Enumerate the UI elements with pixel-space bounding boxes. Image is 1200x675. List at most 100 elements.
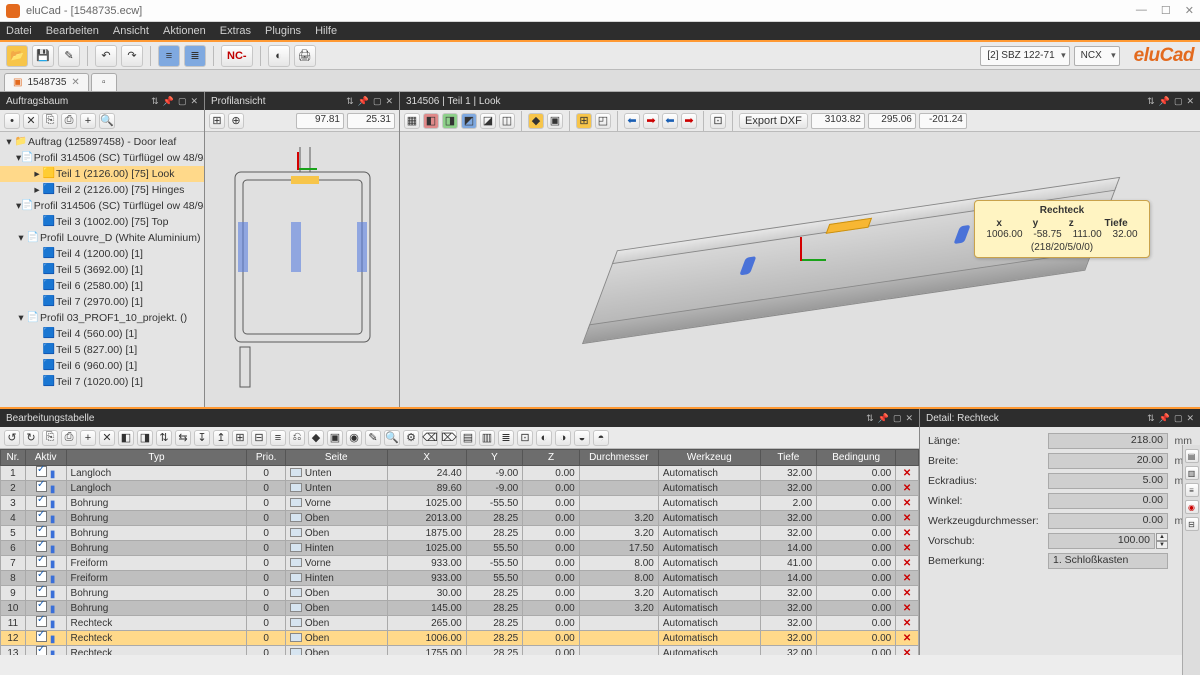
table-tool[interactable]: ◆ xyxy=(308,430,324,446)
row-delete-icon[interactable]: ✕ xyxy=(903,543,911,554)
maximize-button[interactable]: ☐ xyxy=(1161,4,1171,17)
edge-tool[interactable]: ⊟ xyxy=(1185,517,1199,531)
tree-tool[interactable]: • xyxy=(4,113,20,129)
tree-node[interactable]: ▾📄Profil 314506 (SC) Türflügel ow 48/98 xyxy=(0,198,204,214)
row-checkbox[interactable] xyxy=(36,601,47,612)
profile-view-canvas[interactable] xyxy=(205,132,399,407)
panel-close-icon[interactable]: ✕ xyxy=(190,96,198,107)
arrow-right-icon[interactable]: ➡ xyxy=(643,113,659,129)
table-tool[interactable]: ◨ xyxy=(137,430,153,446)
table-tool[interactable]: ≣ xyxy=(498,430,514,446)
redo-button[interactable]: ↷ xyxy=(121,45,143,67)
tree-tool[interactable]: ⎘ xyxy=(42,113,58,129)
view-tool[interactable]: ▣ xyxy=(547,113,563,129)
view-tool[interactable]: ◩ xyxy=(461,113,477,129)
new-tab-button[interactable]: ▫ xyxy=(91,73,117,91)
menu-hilfe[interactable]: Hilfe xyxy=(315,25,337,37)
edge-tool[interactable]: ▤ xyxy=(1185,449,1199,463)
table-tool[interactable]: ◑ xyxy=(555,430,571,446)
panel-pin-icon[interactable]: 📌 xyxy=(163,96,174,107)
row-delete-icon[interactable]: ✕ xyxy=(903,573,911,584)
table-tool[interactable]: ◓ xyxy=(593,430,609,446)
row-checkbox[interactable] xyxy=(36,571,47,582)
edge-tool[interactable]: ◉ xyxy=(1185,500,1199,514)
panel-opts-icon[interactable]: ⇅ xyxy=(151,96,159,107)
row-checkbox[interactable] xyxy=(36,526,47,537)
view-tool[interactable]: ◨ xyxy=(442,113,458,129)
3d-view-canvas[interactable]: Rechteck xyzTiefe 1006.00-58.75111.0032.… xyxy=(400,132,1200,407)
nc-button[interactable]: NC- xyxy=(221,45,253,67)
row-delete-icon[interactable]: ✕ xyxy=(903,498,911,509)
table-tool[interactable]: ◉ xyxy=(346,430,362,446)
menu-datei[interactable]: Datei xyxy=(6,25,32,37)
panel-max-icon[interactable]: ▢ xyxy=(178,96,187,107)
table-row[interactable]: 4 ▮Bohrung0Oben2013.0028.250.003.20Autom… xyxy=(1,511,919,526)
export-dxf-button[interactable]: Export DXF xyxy=(739,113,808,129)
row-delete-icon[interactable]: ✕ xyxy=(903,558,911,569)
table-tool[interactable]: ≡ xyxy=(270,430,286,446)
row-checkbox[interactable] xyxy=(36,511,47,522)
tree-node[interactable]: ▾📄Profil Louvre_D (White Aluminium) xyxy=(0,230,204,246)
table-tool[interactable]: + xyxy=(80,430,96,446)
detail-input[interactable]: 1. Schloßkasten xyxy=(1048,553,1168,569)
row-checkbox[interactable] xyxy=(36,496,47,507)
tree-tool[interactable]: ⎙ xyxy=(61,113,77,129)
print-button[interactable]: 🖨 xyxy=(294,45,316,67)
arrow-left2-icon[interactable]: ⬅ xyxy=(662,113,678,129)
view-tool[interactable]: ⊡ xyxy=(710,113,726,129)
arrow-right2-icon[interactable]: ➡ xyxy=(681,113,697,129)
profile-tool[interactable]: ⊕ xyxy=(228,113,244,129)
view-tool[interactable]: ⊞ xyxy=(576,113,592,129)
tree-node[interactable]: ▸🟨Teil 1 (2126.00) [75] Look xyxy=(0,166,204,182)
arrow-left-icon[interactable]: ⬅ xyxy=(624,113,640,129)
view-tool[interactable]: ◧ xyxy=(423,113,439,129)
view-tool[interactable]: ◪ xyxy=(480,113,496,129)
circle-button[interactable]: ◐ xyxy=(268,45,290,67)
tree-tool[interactable]: + xyxy=(80,113,96,129)
table-tool[interactable]: ◧ xyxy=(118,430,134,446)
table-row[interactable]: 8 ▮Freiform0Hinten933.0055.500.008.00Aut… xyxy=(1,571,919,586)
table-tool[interactable]: ▣ xyxy=(327,430,343,446)
row-delete-icon[interactable]: ✕ xyxy=(903,603,911,614)
table-tool[interactable]: ✕ xyxy=(99,430,115,446)
row-checkbox[interactable] xyxy=(36,556,47,567)
row-delete-icon[interactable]: ✕ xyxy=(903,483,911,494)
row-checkbox[interactable] xyxy=(36,646,47,655)
detail-input[interactable]: 0.00 xyxy=(1048,513,1168,529)
table-row[interactable]: 10 ▮Bohrung0Oben145.0028.250.003.20Autom… xyxy=(1,601,919,616)
table-tool[interactable]: ⎌ xyxy=(289,430,305,446)
table-tool[interactable]: ✎ xyxy=(365,430,381,446)
close-button[interactable]: ✕ xyxy=(1185,4,1194,17)
format-combo[interactable]: NCX xyxy=(1074,46,1120,66)
view-tool[interactable]: ◰ xyxy=(595,113,611,129)
tree-node[interactable]: 🟦Teil 3 (1002.00) [75] Top xyxy=(0,214,204,230)
detail-input[interactable]: 20.00 xyxy=(1048,453,1168,469)
undo-button[interactable]: ↶ xyxy=(95,45,117,67)
row-checkbox[interactable] xyxy=(36,541,47,552)
row-delete-icon[interactable]: ✕ xyxy=(903,618,911,629)
tree-node[interactable]: ▾📄Profil 03_PROF1_10_projekt. () xyxy=(0,310,204,326)
machine-combo[interactable]: [2] SBZ 122-71 xyxy=(980,46,1069,66)
detail-input[interactable]: 0.00 xyxy=(1048,493,1168,509)
table-tool[interactable]: ⌫ xyxy=(422,430,438,446)
tree-node[interactable]: 🟦Teil 4 (560.00) [1] xyxy=(0,326,204,342)
table-row[interactable]: 1 ▮Langloch0Unten24.40-9.000.00Automatis… xyxy=(1,466,919,481)
tree-node[interactable]: 🟦Teil 4 (1200.00) [1] xyxy=(0,246,204,262)
table-tool[interactable]: ▥ xyxy=(479,430,495,446)
table-tool[interactable]: ⇆ xyxy=(175,430,191,446)
open-button[interactable]: 📂 xyxy=(6,45,28,67)
table-tool[interactable]: ⎘ xyxy=(42,430,58,446)
tree-node[interactable]: 🟦Teil 7 (2970.00) [1] xyxy=(0,294,204,310)
table-tool[interactable]: ⚙ xyxy=(403,430,419,446)
table-tool[interactable]: ⇅ xyxy=(156,430,172,446)
barcode-button[interactable]: ≡ xyxy=(158,45,180,67)
table-row[interactable]: 2 ▮Langloch0Unten89.60-9.000.00Automatis… xyxy=(1,481,919,496)
table-row[interactable]: 9 ▮Bohrung0Oben30.0028.250.003.20Automat… xyxy=(1,586,919,601)
table-tool[interactable]: ⊟ xyxy=(251,430,267,446)
edit-button[interactable]: ✎ xyxy=(58,45,80,67)
view-tool[interactable]: ◫ xyxy=(499,113,515,129)
tree-tool[interactable]: ✕ xyxy=(23,113,39,129)
row-delete-icon[interactable]: ✕ xyxy=(903,468,911,479)
detail-input[interactable]: 5.00 xyxy=(1048,473,1168,489)
table-tool[interactable]: ↻ xyxy=(23,430,39,446)
